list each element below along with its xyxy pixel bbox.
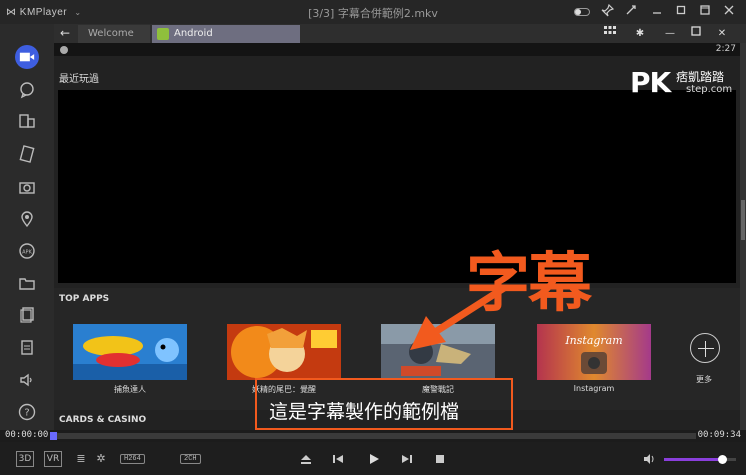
pin-icon[interactable]: [598, 3, 616, 20]
tab-welcome[interactable]: Welcome: [78, 25, 150, 43]
3d-mode-button[interactable]: 3D: [16, 451, 34, 467]
volume-icon[interactable]: [642, 452, 658, 466]
speaker-icon: [20, 373, 32, 387]
sidebar-item-copy[interactable]: [13, 301, 41, 327]
playlist-icon[interactable]: ≣: [74, 451, 88, 467]
volume-fill: [664, 458, 722, 461]
settings-gear-icon[interactable]: ✱: [628, 25, 652, 42]
chat-icon: [20, 82, 34, 99]
android-screen[interactable]: 2:27 最近玩過 TOP APPS 捕魚達人 妖精的尾巴：覺醒 魔警戰記 In…: [54, 43, 740, 430]
app-name-instagram: Instagram: [573, 384, 615, 393]
scrollbar-thumb[interactable]: [741, 200, 745, 240]
vr-mode-button[interactable]: VR: [44, 451, 62, 467]
svg-text:APK: APK: [22, 250, 32, 256]
watermark-chinese: 痞凱踏踏: [676, 70, 725, 84]
fishing-game-thumbnail: [73, 324, 187, 380]
location-icon: [21, 211, 33, 228]
more-label: 更多: [696, 375, 712, 384]
subtitle-box: 這是字幕製作的範例檔: [255, 378, 513, 430]
recent-label: 最近玩過: [59, 74, 99, 85]
annotation-arrow-icon: [410, 284, 508, 350]
cards-icon: [19, 145, 35, 163]
android-close-button[interactable]: ✕: [710, 25, 734, 42]
more-apps-button[interactable]: [690, 333, 720, 363]
app-menu-button[interactable]: ⋈ KMPlayer ⌄: [0, 7, 82, 18]
sidebar-item-camera[interactable]: [13, 174, 41, 200]
restore-button[interactable]: [672, 4, 690, 20]
app-name-fishing: 捕魚達人: [114, 385, 146, 394]
top-apps-label: TOP APPS: [59, 294, 110, 304]
sidebar-item-chat[interactable]: [13, 77, 41, 103]
stop-button[interactable]: [432, 452, 448, 466]
folder-icon: [19, 278, 35, 290]
dark-mode-toggle[interactable]: [572, 4, 592, 20]
seek-bar[interactable]: [50, 433, 696, 439]
sidebar-item-paste[interactable]: [13, 334, 41, 360]
apk-icon: APK: [19, 243, 35, 259]
status-clock: 2:27: [715, 44, 736, 54]
app-name: KMPlayer: [19, 6, 68, 18]
app-card-fishing[interactable]: 捕魚達人: [73, 324, 187, 394]
svg-text:Instagram: Instagram: [564, 334, 622, 347]
copy-icon: [20, 307, 34, 323]
kmplayer-logo-icon: ⋈: [6, 6, 17, 18]
volume-knob[interactable]: [717, 455, 727, 464]
app-card-fairy-tail[interactable]: 妖精的尾巴：覺醒: [227, 324, 341, 394]
android-minimize-button[interactable]: —: [658, 25, 682, 42]
back-button[interactable]: ←: [54, 24, 76, 43]
sidebar: APK ?: [0, 24, 54, 430]
paste-icon: [21, 340, 33, 355]
sidebar-item-volume[interactable]: [13, 367, 41, 393]
grid-view-button[interactable]: [598, 25, 622, 42]
camera-icon: [19, 182, 35, 194]
current-time: 00:00:00: [5, 430, 49, 440]
close-button[interactable]: [720, 4, 738, 20]
fairy-tail-thumbnail: [227, 324, 341, 380]
tab-android[interactable]: Android: [152, 25, 300, 43]
sidebar-item-cards[interactable]: [13, 141, 41, 167]
seek-handle[interactable]: [50, 432, 57, 440]
right-scrollbar[interactable]: [740, 43, 746, 430]
next-button[interactable]: [399, 452, 415, 466]
instagram-thumbnail: Instagram: [537, 324, 651, 380]
help-icon: ?: [18, 403, 36, 421]
sidebar-item-player[interactable]: [13, 44, 41, 70]
tab-android-label: Android: [174, 28, 213, 39]
svg-text:?: ?: [24, 408, 29, 419]
app-card-instagram[interactable]: Instagram Instagram: [537, 324, 651, 393]
sidebar-item-folder[interactable]: [13, 270, 41, 296]
sidebar-item-help[interactable]: ?: [13, 399, 41, 425]
watermark-domain: step.com: [686, 84, 733, 95]
title-bar: ⋈ KMPlayer ⌄ [3/3] 字幕合併範例2.mkv: [0, 0, 746, 24]
player-icon: [15, 45, 39, 69]
total-time: 00:09:34: [697, 430, 741, 440]
watermark-pk: PK: [630, 66, 671, 99]
maximize-button[interactable]: [696, 4, 714, 20]
notification-dot-icon: [60, 46, 68, 54]
sidebar-item-location[interactable]: [13, 206, 41, 232]
control-bar: 3D VR ≣ ✲ H264 2CH: [0, 442, 746, 475]
sidebar-item-devices[interactable]: [13, 108, 41, 134]
cards-casino-label: CARDS & CASINO: [59, 415, 147, 425]
chevron-down-icon: ⌄: [74, 7, 82, 17]
previous-button[interactable]: [330, 452, 346, 466]
android-status-bar: 2:27: [54, 43, 740, 56]
android-icon: [157, 28, 169, 40]
sidebar-item-apk[interactable]: APK: [13, 238, 41, 264]
android-maximize-button[interactable]: [684, 25, 708, 42]
tab-bar: ← Welcome Android ✱ — ✕: [54, 24, 746, 43]
devices-icon: [19, 114, 35, 128]
skin-icon[interactable]: [622, 4, 640, 20]
play-button[interactable]: [366, 452, 382, 466]
watermark-logo: PK 痞凱踏踏 step.com: [630, 66, 740, 99]
codec-badge: H264: [120, 454, 145, 464]
channel-badge: 2CH: [180, 454, 201, 464]
subtitle-text: 這是字幕製作的範例檔: [269, 401, 460, 423]
eject-button[interactable]: [298, 452, 314, 466]
recent-content: [58, 90, 736, 283]
seek-row: 00:00:00 00:09:34: [0, 430, 746, 442]
settings-icon[interactable]: ✲: [94, 451, 108, 467]
minimize-button[interactable]: [648, 4, 666, 20]
volume-slider[interactable]: [664, 455, 736, 464]
